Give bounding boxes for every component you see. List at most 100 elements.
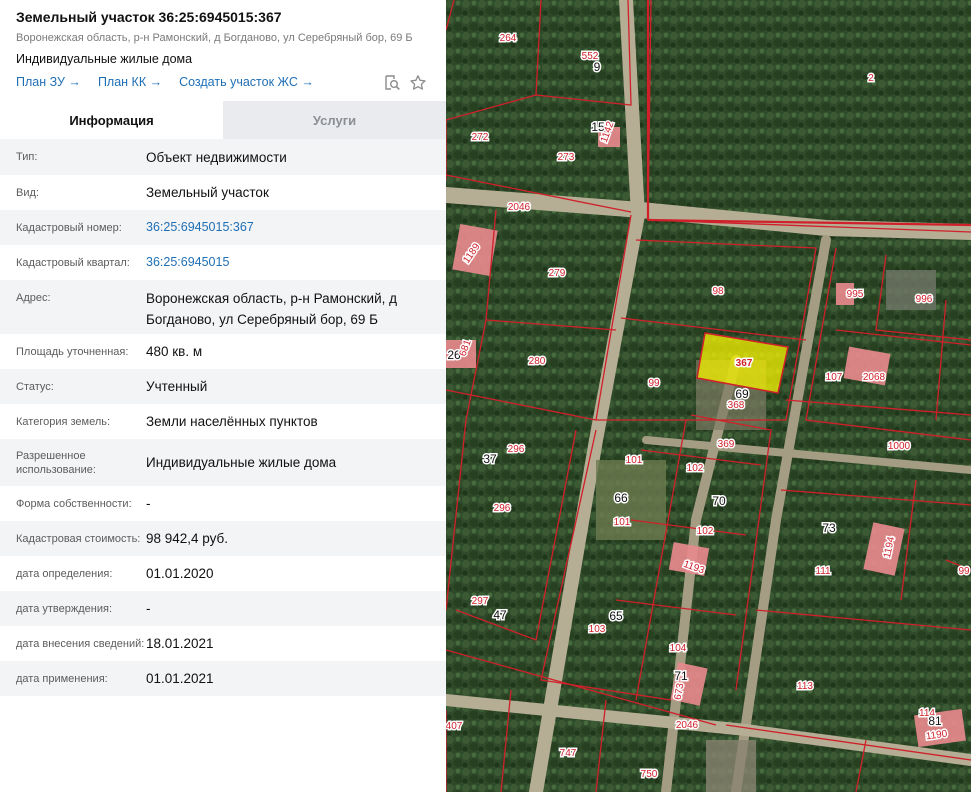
row-cadastral-quarter: Кадастровый квартал: 36:25:6945015 bbox=[0, 245, 446, 280]
map-label: 2 bbox=[868, 73, 874, 84]
row-address: Адрес: Воронежская область, р-н Рамонски… bbox=[0, 280, 446, 334]
map-label: 107 bbox=[826, 372, 843, 383]
map-label: 747 bbox=[560, 748, 577, 759]
row-label: Категория земель: bbox=[16, 415, 111, 428]
map-label: 98 bbox=[712, 286, 724, 297]
plan-kk-link[interactable]: План КК → bbox=[98, 75, 162, 89]
row-kind: Вид: Земельный участок bbox=[0, 175, 446, 210]
page-title: Земельный участок 36:25:6945015:367 bbox=[16, 9, 282, 25]
row-value: Индивидуальные жилые дома bbox=[146, 455, 337, 470]
row-value: 01.01.2021 bbox=[146, 671, 214, 686]
map-label: 272 bbox=[472, 132, 489, 143]
row-value: Земельный участок bbox=[146, 185, 269, 200]
map-label: 99 bbox=[958, 566, 970, 577]
map-label: 102 bbox=[697, 526, 714, 537]
row-value: 480 кв. м bbox=[146, 344, 203, 359]
row-label: Статус: bbox=[16, 380, 54, 393]
row-entry-date: дата внесения сведений: 18.01.2021 bbox=[0, 626, 446, 661]
row-label: дата утверждения: bbox=[16, 602, 113, 615]
map-label: 273 bbox=[558, 152, 575, 163]
action-links: План ЗУ → План КК → Создать участок ЖС → bbox=[16, 75, 331, 89]
map-label: 66 bbox=[614, 491, 628, 505]
cadastral-quarter-link[interactable]: 36:25:6945015 bbox=[145, 252, 446, 273]
search-document-icon[interactable] bbox=[383, 74, 401, 92]
row-label: Тип: bbox=[16, 151, 38, 163]
row-value: Воронежская область, р-н Рамонский, д Бо… bbox=[146, 291, 398, 327]
row-label: Кадастровый квартал: bbox=[16, 256, 130, 269]
row-label: Форма собственности: bbox=[16, 497, 132, 510]
row-cadastral-value: Кадастровая стоимость: 98 942,4 руб. bbox=[0, 521, 446, 556]
row-value: Учтенный bbox=[146, 379, 208, 394]
map-label: 369 bbox=[718, 439, 735, 450]
row-value: 98 942,4 руб. bbox=[146, 531, 229, 546]
row-value: 18.01.2021 bbox=[146, 636, 214, 651]
map-label: 995 bbox=[847, 289, 864, 300]
map-label: 104 bbox=[670, 643, 687, 654]
row-label: Площадь уточненная: bbox=[16, 345, 129, 358]
map-label: 37 bbox=[483, 452, 497, 466]
map-label: 65 bbox=[609, 609, 623, 623]
plan-zu-link[interactable]: План ЗУ → bbox=[16, 75, 81, 89]
star-icon[interactable] bbox=[409, 74, 427, 92]
map-label: 367 bbox=[736, 358, 753, 369]
row-label: дата внесения сведений: bbox=[16, 637, 145, 650]
cadastral-map[interactable]: 264 552 9 2 272 15 1142 273 2046 1189 27… bbox=[446, 0, 971, 792]
tab-information[interactable]: Информация bbox=[0, 101, 223, 139]
row-approval-date: дата утверждения: - bbox=[0, 591, 446, 626]
purpose-text: Индивидуальные жилые дома bbox=[16, 52, 193, 66]
map-label: 368 bbox=[728, 400, 745, 411]
map-label: 296 bbox=[494, 503, 511, 514]
map-label: 70 bbox=[712, 494, 726, 508]
map-label: 99 bbox=[648, 378, 660, 389]
row-land-category: Категория земель: Земли населённых пункт… bbox=[0, 404, 446, 439]
tab-services[interactable]: Услуги bbox=[223, 101, 446, 139]
row-label: Вид: bbox=[16, 186, 39, 199]
tab-bar: Информация Услуги bbox=[0, 101, 446, 139]
row-type: Тип: Объект недвижимости bbox=[0, 139, 446, 175]
map-label: 102 bbox=[687, 463, 704, 474]
row-label: Разрешенное использование: bbox=[16, 449, 96, 476]
cadastral-number-link[interactable]: 36:25:6945015:367 bbox=[145, 217, 446, 238]
map-label: 101 bbox=[626, 455, 643, 466]
row-permitted-use: Разрешенное использование: Индивидуальны… bbox=[0, 439, 446, 486]
map-label: 47 bbox=[493, 608, 507, 622]
map-label: 280 bbox=[529, 356, 546, 367]
create-plot-link[interactable]: Создать участок ЖС → bbox=[179, 75, 314, 89]
map-label: 407 bbox=[446, 721, 463, 732]
map-label: 81 bbox=[928, 714, 942, 728]
map-label: 2046 bbox=[508, 202, 531, 213]
map-label: 296 bbox=[508, 444, 525, 455]
map-label: 113 bbox=[797, 681, 813, 692]
map-label: 73 bbox=[822, 521, 836, 535]
row-value: Объект недвижимости bbox=[146, 149, 287, 165]
row-value: - bbox=[146, 496, 151, 511]
row-label: Адрес: bbox=[16, 292, 51, 304]
map-label: 2068 bbox=[863, 372, 886, 383]
map-label: 111 bbox=[815, 566, 831, 577]
row-application-date: дата применения: 01.01.2021 bbox=[0, 661, 446, 696]
map-label: 2046 bbox=[676, 720, 699, 731]
row-value: - bbox=[146, 601, 151, 616]
map-label: 1000 bbox=[888, 441, 911, 452]
map-label: 101 bbox=[614, 517, 631, 528]
row-area: Площадь уточненная: 480 кв. м bbox=[0, 334, 446, 369]
map-label: 69 bbox=[735, 387, 749, 401]
row-value: 01.01.2020 bbox=[146, 566, 214, 581]
row-label: дата применения: bbox=[16, 672, 108, 685]
info-panel: Земельный участок 36:25:6945015:367 Воро… bbox=[0, 0, 446, 792]
row-ownership: Форма собственности: - bbox=[0, 486, 446, 521]
map-label: 9 bbox=[594, 60, 601, 74]
map-label: 264 bbox=[500, 33, 517, 44]
row-value: Земли населённых пунктов bbox=[146, 414, 318, 429]
map-label: 71 bbox=[674, 669, 688, 683]
row-cadastral-number: Кадастровый номер: 36:25:6945015:367 bbox=[0, 210, 446, 245]
map-label: 750 bbox=[641, 769, 658, 780]
map-label: 996 bbox=[916, 294, 933, 305]
row-label: Кадастровый номер: bbox=[16, 221, 122, 234]
row-status: Статус: Учтенный bbox=[0, 369, 446, 404]
row-determination-date: дата определения: 01.01.2020 bbox=[0, 556, 446, 591]
map-label: 279 bbox=[549, 268, 566, 279]
map-label: 103 bbox=[589, 624, 606, 635]
row-label: дата определения: bbox=[16, 567, 113, 580]
address-subtitle: Воронежская область, р-н Рамонский, д Бо… bbox=[16, 32, 413, 44]
